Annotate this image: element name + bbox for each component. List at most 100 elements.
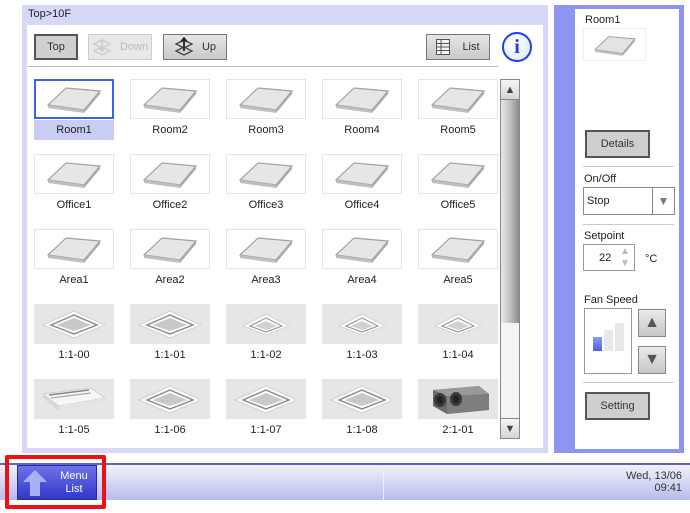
floor-down-icon [92,39,112,56]
zone-icon [322,79,402,119]
zone-icon [130,229,210,269]
down-button[interactable]: Down [88,34,152,60]
setpoint-value: 22 [599,252,612,264]
device-tile[interactable]: Room4 [322,79,402,141]
device-tile[interactable]: Area3 [226,229,306,291]
zone-icon [418,229,498,269]
ducted-unit-icon [418,379,498,419]
scroll-thumb[interactable] [501,100,519,323]
zone-icon [418,154,498,194]
zone-icon [226,154,306,194]
device-tile[interactable]: 1:1-01 [130,304,210,366]
fan-speed-up-button[interactable]: ▲ [638,309,666,337]
ceiling-unit-icon [34,379,114,419]
down-button-label: Down [119,41,149,53]
cassette-unit-icon [322,304,402,344]
device-tile[interactable]: 1:1-02 [226,304,306,366]
device-tile[interactable]: Room5 [418,79,498,141]
device-tile[interactable]: Office3 [226,154,306,216]
fan-speed-bar [615,323,624,351]
device-tile[interactable]: Area2 [130,229,210,291]
setpoint-label: Setpoint [584,230,625,242]
grid-scrollbar[interactable]: ▲ ▼ [500,79,520,439]
device-tile-label: Office4 [344,199,380,211]
device-tile[interactable]: 1:1-03 [322,304,402,366]
fan-speed-down-button[interactable]: ▼ [638,346,666,374]
bottom-bar [0,463,690,500]
info-icon[interactable]: i [502,32,532,62]
setting-button-label: Setting [600,400,635,412]
zone-icon [226,229,306,269]
device-tile-label: Office5 [440,199,476,211]
device-tile[interactable]: 1:1-00 [34,304,114,366]
up-button[interactable]: Up [163,34,227,60]
fan-speed-bar [593,337,602,351]
onoff-label: On/Off [584,173,617,185]
triangle-down-icon: ▼ [504,422,516,435]
fan-speed-indicator [584,308,632,374]
device-tile-label: Room4 [344,124,380,136]
details-button-label: Details [600,138,635,150]
cassette-unit-icon [226,304,306,344]
device-tile-label: Office2 [152,199,188,211]
device-tile-label: 1:1-08 [346,424,378,436]
menu-button-label-line1: Menu [60,470,88,482]
menu-list-button[interactable]: Menu List [17,465,97,500]
device-tile[interactable]: Room2 [130,79,210,141]
toolbar-divider [28,66,498,67]
device-tile[interactable]: 1:1-04 [418,304,498,366]
setpoint-decrease-icon[interactable]: ▼ [620,258,630,269]
onoff-select[interactable]: Stop ▼ [583,187,675,215]
zone-icon [34,229,114,269]
device-tile-label: 1:1-07 [250,424,282,436]
device-tile-label: Area1 [59,274,89,286]
device-tile-label: Office1 [56,199,92,211]
details-button[interactable]: Details [585,130,650,158]
device-tile-label: 1:1-03 [346,349,378,361]
cassette-unit-icon [322,379,402,419]
device-tile[interactable]: Area5 [418,229,498,291]
breadcrumb: Top>10F [28,8,72,20]
device-tile-label: 1:1-01 [154,349,186,361]
device-tile-label: Room3 [248,124,284,136]
detail-divider [583,382,674,383]
cassette-unit-icon [130,379,210,419]
setpoint-stepper[interactable]: 22 ▲ ▼ [583,244,635,271]
top-button[interactable]: Top [34,34,78,60]
device-tile[interactable]: Room3 [226,79,306,141]
detail-divider [583,224,674,225]
device-tile[interactable]: 1:1-08 [322,379,402,441]
device-tile-label: Area2 [155,274,185,286]
scroll-down-button[interactable]: ▼ [501,418,519,438]
device-tile-label: Area5 [443,274,473,286]
detail-panel [554,5,684,453]
device-tile[interactable]: Office4 [322,154,402,216]
triangle-down-icon: ▼ [644,351,660,368]
device-tile-label: Room5 [440,124,476,136]
setpoint-increase-icon[interactable]: ▲ [620,246,630,257]
triangle-up-icon: ▲ [644,314,660,331]
device-tile[interactable]: 1:1-07 [226,379,306,441]
list-icon [436,39,451,55]
device-tile[interactable]: Office2 [130,154,210,216]
bottom-bar-divider [383,466,384,500]
list-view-button[interactable]: List [426,34,490,60]
datetime-display: Wed, 13/06 09:41 [626,470,682,494]
device-tile[interactable]: 2:1-01 [418,379,498,441]
device-tile-label: 1:1-06 [154,424,186,436]
setting-button[interactable]: Setting [585,392,650,420]
device-tile[interactable]: 1:1-05 [34,379,114,441]
chevron-down-icon: ▼ [652,188,674,214]
cassette-unit-icon [34,304,114,344]
device-tile[interactable]: Room1 [34,79,114,141]
device-tile[interactable]: Area4 [322,229,402,291]
device-tile[interactable]: Area1 [34,229,114,291]
device-tile-label: Area3 [251,274,281,286]
device-tile[interactable]: 1:1-06 [130,379,210,441]
device-tile[interactable]: Office5 [418,154,498,216]
scroll-up-button[interactable]: ▲ [501,80,519,100]
zone-icon [322,229,402,269]
device-tile-label: Area4 [347,274,377,286]
zone-icon [34,154,114,194]
device-tile[interactable]: Office1 [34,154,114,216]
